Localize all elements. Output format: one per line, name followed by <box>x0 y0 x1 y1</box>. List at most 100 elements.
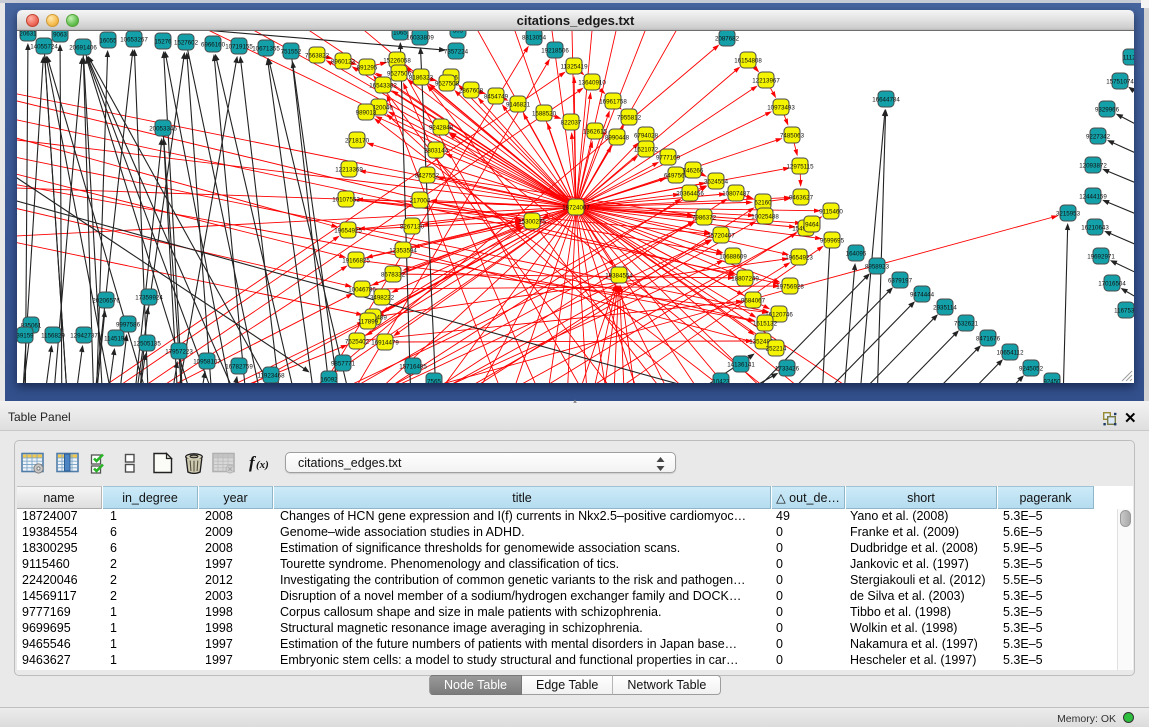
svg-text:164095: 164095 <box>846 250 867 257</box>
svg-text:1145194: 1145194 <box>104 335 128 342</box>
svg-text:12213369: 12213369 <box>335 166 363 173</box>
svg-text:10688609: 10688609 <box>719 253 747 260</box>
svg-text:16782759: 16782759 <box>225 363 253 370</box>
svg-text:10958107: 10958107 <box>193 358 221 365</box>
svg-text:6794028: 6794028 <box>634 132 659 139</box>
svg-text:16210643: 16210643 <box>1081 224 1109 231</box>
svg-text:12975115: 12975115 <box>786 163 814 170</box>
svg-text:13640910: 13640910 <box>578 79 606 86</box>
svg-text:217004: 217004 <box>410 197 431 204</box>
svg-text:9474444: 9474444 <box>910 291 935 298</box>
svg-text:9242848: 9242848 <box>429 124 454 131</box>
svg-text:751552: 751552 <box>281 48 302 55</box>
svg-text:2803144: 2803144 <box>424 147 449 154</box>
svg-text:10107552: 10107552 <box>332 196 360 203</box>
svg-text:9464: 9464 <box>805 221 819 228</box>
svg-text:8990448: 8990448 <box>605 134 630 141</box>
svg-text:9463627: 9463627 <box>789 194 814 201</box>
svg-text:11325419: 11325419 <box>560 63 588 70</box>
svg-text:1167533: 1167533 <box>1114 307 1134 314</box>
svg-text:17016504: 17016504 <box>1098 280 1126 287</box>
svg-text:10423: 10423 <box>712 378 730 383</box>
svg-text:9329966: 9329966 <box>1095 106 1120 113</box>
svg-text:7357224: 7357224 <box>444 48 469 55</box>
svg-text:2087682: 2087682 <box>715 35 740 42</box>
svg-text:17359924: 17359924 <box>135 294 163 301</box>
svg-text:1733426: 1733426 <box>775 365 800 372</box>
svg-text:9527506: 9527506 <box>387 70 412 77</box>
svg-text:9997586: 9997586 <box>116 321 141 328</box>
svg-text:20053346: 20053346 <box>149 125 177 132</box>
svg-text:10973493: 10973493 <box>767 104 795 111</box>
svg-text:92450: 92450 <box>1043 378 1061 383</box>
svg-text:9146821: 9146821 <box>506 101 531 108</box>
svg-text:62160: 62160 <box>754 199 772 206</box>
svg-text:8958923: 8958923 <box>865 263 890 270</box>
svg-text:12093872: 12093872 <box>1079 162 1107 169</box>
svg-text:9857771: 9857771 <box>331 360 356 367</box>
svg-text:305: 305 <box>453 31 464 34</box>
svg-text:16914479: 16914479 <box>371 339 399 346</box>
svg-text:8813054: 8813054 <box>522 34 547 41</box>
svg-text:9699695: 9699695 <box>820 237 845 244</box>
svg-text:2718170: 2718170 <box>345 137 370 144</box>
svg-text:3498222: 3498222 <box>370 294 395 301</box>
svg-text:7632621: 7632621 <box>954 320 979 327</box>
svg-text:8454749: 8454749 <box>484 93 509 100</box>
svg-text:989013: 989013 <box>356 109 377 116</box>
svg-text:10671355: 10671355 <box>252 45 280 52</box>
svg-text:16055: 16055 <box>99 37 117 44</box>
svg-text:18724007: 18724007 <box>562 204 590 211</box>
svg-text:16092: 16092 <box>320 376 338 383</box>
svg-text:15716485: 15716485 <box>399 363 427 370</box>
svg-text:7625402: 7625402 <box>345 338 370 345</box>
svg-text:1621072: 1621072 <box>634 146 659 153</box>
svg-text:9245052: 9245052 <box>1019 365 1044 372</box>
svg-text:11121: 11121 <box>1123 54 1134 61</box>
svg-text:10025488: 10025488 <box>751 213 779 220</box>
svg-text:891295: 891295 <box>357 64 378 71</box>
svg-text:20364456: 20364456 <box>676 190 704 197</box>
svg-text:7663822: 7663822 <box>305 52 330 59</box>
svg-text:7955812: 7955812 <box>617 114 642 121</box>
svg-text:6966160: 6966160 <box>201 41 226 48</box>
svg-text:14136141: 14136141 <box>727 361 755 368</box>
svg-text:10719155: 10719155 <box>225 43 253 50</box>
svg-text:19654923: 19654923 <box>785 254 813 261</box>
svg-text:18807249: 18807249 <box>731 275 759 282</box>
svg-text:19384554: 19384554 <box>605 272 633 279</box>
svg-text:117899: 117899 <box>358 318 379 325</box>
svg-text:2867608: 2867608 <box>459 87 484 94</box>
svg-text:16961758: 16961758 <box>599 98 627 105</box>
svg-text:9777169: 9777169 <box>656 154 681 161</box>
svg-text:1588520: 1588520 <box>532 110 557 117</box>
svg-text:19218506: 19218506 <box>541 47 569 54</box>
svg-text:12213967: 12213967 <box>752 77 780 84</box>
svg-text:16543382: 16543382 <box>369 82 397 89</box>
svg-text:39159: 39159 <box>17 332 34 339</box>
svg-text:10654112: 10654112 <box>996 349 1024 356</box>
svg-text:252214: 252214 <box>766 345 787 352</box>
svg-text:8186323: 8186323 <box>409 74 434 81</box>
svg-text:19692971: 19692971 <box>1087 253 1115 260</box>
svg-text:15751074: 15751074 <box>1106 78 1134 85</box>
svg-text:20206576: 20206576 <box>92 297 120 304</box>
svg-text:10807487: 10807487 <box>722 190 750 197</box>
svg-text:1362615: 1362615 <box>583 128 608 135</box>
svg-text:8960123: 8960123 <box>331 58 356 65</box>
svg-text:12444159: 12444159 <box>1079 193 1107 200</box>
svg-text:7485063: 7485063 <box>780 132 805 139</box>
svg-text:7565: 7565 <box>427 378 441 383</box>
svg-text:19654925: 19654925 <box>334 227 362 234</box>
svg-text:16033809: 16033809 <box>406 34 434 41</box>
svg-text:12942737: 12942737 <box>70 332 98 339</box>
svg-text:9527508: 9527508 <box>435 80 460 87</box>
svg-text:16644784: 16644784 <box>872 96 900 103</box>
svg-text:11923468: 11923468 <box>257 372 285 379</box>
svg-text:6379197: 6379197 <box>888 277 913 284</box>
svg-text:2935114: 2935114 <box>933 304 957 311</box>
svg-text:8267130: 8267130 <box>400 223 425 230</box>
svg-text:20631: 20631 <box>19 31 37 37</box>
svg-text:15226058: 15226058 <box>383 57 411 64</box>
svg-text:9063: 9063 <box>53 31 67 38</box>
